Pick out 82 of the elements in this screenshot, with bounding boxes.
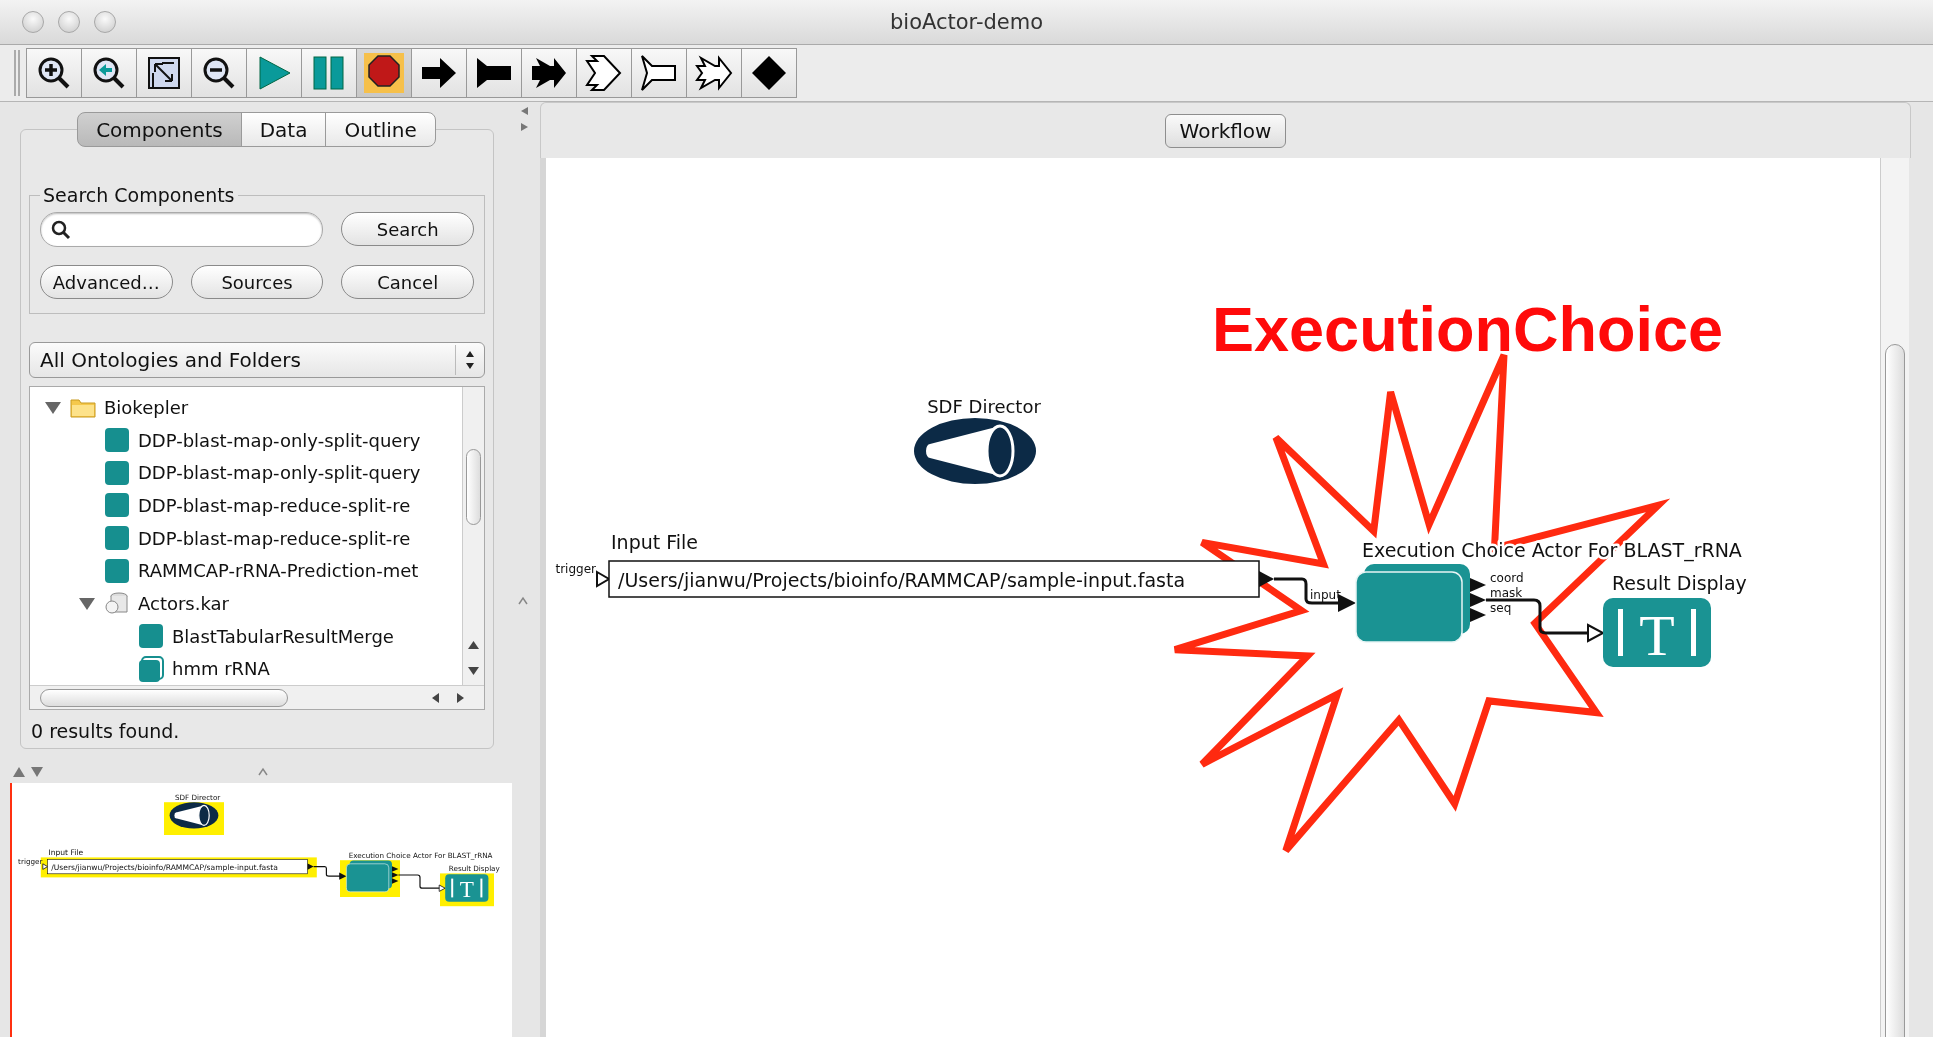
jar-icon: [104, 590, 130, 617]
actor-icon: [104, 557, 130, 584]
toolbar-button[interactable]: [577, 49, 631, 97]
node-label: Result Display: [1612, 572, 1747, 594]
director-label: SDF Director: [927, 396, 1041, 417]
toolbar-button[interactable]: [82, 49, 136, 97]
outline-arrow-icon: [584, 53, 624, 93]
output-port-icon: [1470, 593, 1486, 607]
workflow-tab[interactable]: Workflow: [1164, 114, 1287, 148]
scroll-thumb[interactable]: [40, 689, 288, 707]
file-path-field[interactable]: /Users/jianwu/Projects/bioinfo/RAMMCAP/sample-input.fasta: [608, 560, 1260, 598]
node-label: Input File: [611, 531, 699, 553]
director-icon[interactable]: [914, 418, 1036, 484]
collapse-up-icon[interactable]: [12, 766, 26, 778]
toolbar-button[interactable]: [687, 49, 741, 97]
button[interactable]: Cancel: [341, 265, 474, 299]
actor-icon: [138, 623, 164, 650]
resize-handle-icon[interactable]: [258, 767, 268, 777]
toolbar-button[interactable]: [742, 49, 796, 97]
window-title: bioActor-demo: [889, 10, 1044, 34]
stop-icon: [364, 53, 404, 93]
actor-icon: [104, 525, 130, 551]
composite-actor-icon[interactable]: [346, 860, 392, 893]
button[interactable]: Search: [341, 212, 474, 246]
actor-icon: [104, 427, 130, 453]
director-icon: [169, 802, 219, 829]
outline-double-arrow-icon: [694, 53, 734, 93]
scroll-thumb[interactable]: [1885, 344, 1905, 1037]
status-text: 0 results found.: [30, 720, 181, 742]
group-title: Search Components: [42, 184, 236, 206]
collapse-down-icon[interactable]: [30, 766, 44, 778]
toolbar-button[interactable]: [412, 49, 466, 97]
input-port-icon: [596, 570, 611, 588]
button[interactable]: Sources: [190, 265, 324, 299]
toolbar-grip[interactable]: [14, 50, 20, 96]
tree-item[interactable]: DDP-blast-map-reduce-split-re: [104, 525, 411, 551]
vertical-scrollbar[interactable]: [462, 387, 484, 685]
port-label: coord: [1490, 571, 1524, 585]
toolbar-button[interactable]: [192, 49, 246, 97]
outline-flag-icon: [639, 53, 679, 93]
button[interactable]: Advanced…: [40, 265, 173, 299]
output-port-icon: [307, 863, 314, 870]
port-label: trigger: [555, 562, 596, 576]
toolbar-button[interactable]: [137, 49, 191, 97]
tree-item[interactable]: Biokepler: [70, 394, 189, 421]
actor-icon: [104, 492, 130, 519]
tree-item[interactable]: DDP-blast-map-only-split-query: [104, 459, 421, 486]
tree-item[interactable]: BlastTabularResultMerge: [138, 623, 394, 650]
tree-item[interactable]: hmm rRNA: [138, 655, 270, 682]
port-label: mask: [1490, 586, 1523, 600]
composite-actor-icon: [138, 655, 164, 682]
tree-item[interactable]: DDP-blast-map-reduce-split-re: [104, 492, 411, 519]
output-port-icon: [1470, 608, 1486, 622]
vertical-scrollbar[interactable]: [1880, 158, 1909, 1037]
ontology-dropdown[interactable]: All Ontologies and Folders: [29, 342, 485, 378]
resize-handle-icon[interactable]: [518, 596, 528, 606]
tab[interactable]: Data: [240, 112, 327, 147]
toolbar-button[interactable]: [357, 49, 411, 97]
port-label: seq: [1490, 601, 1512, 615]
toolbar-button[interactable]: [467, 49, 521, 97]
tab[interactable]: Outline: [325, 112, 436, 147]
tab[interactable]: Components: [77, 112, 242, 147]
horizontal-scrollbar[interactable]: [30, 685, 484, 709]
tree-item[interactable]: Actors.kar: [104, 590, 229, 617]
connector: [397, 874, 446, 892]
actor-icon: [104, 459, 130, 486]
toolbar-button[interactable]: [27, 49, 81, 97]
toolbar-button[interactable]: [522, 49, 576, 97]
text-display-icon[interactable]: T: [1603, 598, 1711, 668]
connector: [313, 866, 347, 880]
toolbar-button[interactable]: [632, 49, 686, 97]
scroll-thumb[interactable]: [466, 449, 481, 525]
text-display-icon[interactable]: T: [445, 874, 489, 902]
output-port-icon: [1470, 578, 1486, 592]
search-field[interactable]: [40, 212, 324, 247]
dropdown-value: All Ontologies and Folders: [40, 348, 301, 372]
composite-actor-icon[interactable]: [1355, 564, 1470, 643]
tree-item[interactable]: RAMMCAP-rRNA-Prediction-met: [104, 557, 419, 584]
tree-item[interactable]: DDP-blast-map-only-split-query: [104, 427, 421, 453]
port-label: input: [1310, 588, 1341, 602]
search-icon: [51, 219, 71, 240]
annotation-text: ExecutionChoice: [1212, 294, 1724, 364]
